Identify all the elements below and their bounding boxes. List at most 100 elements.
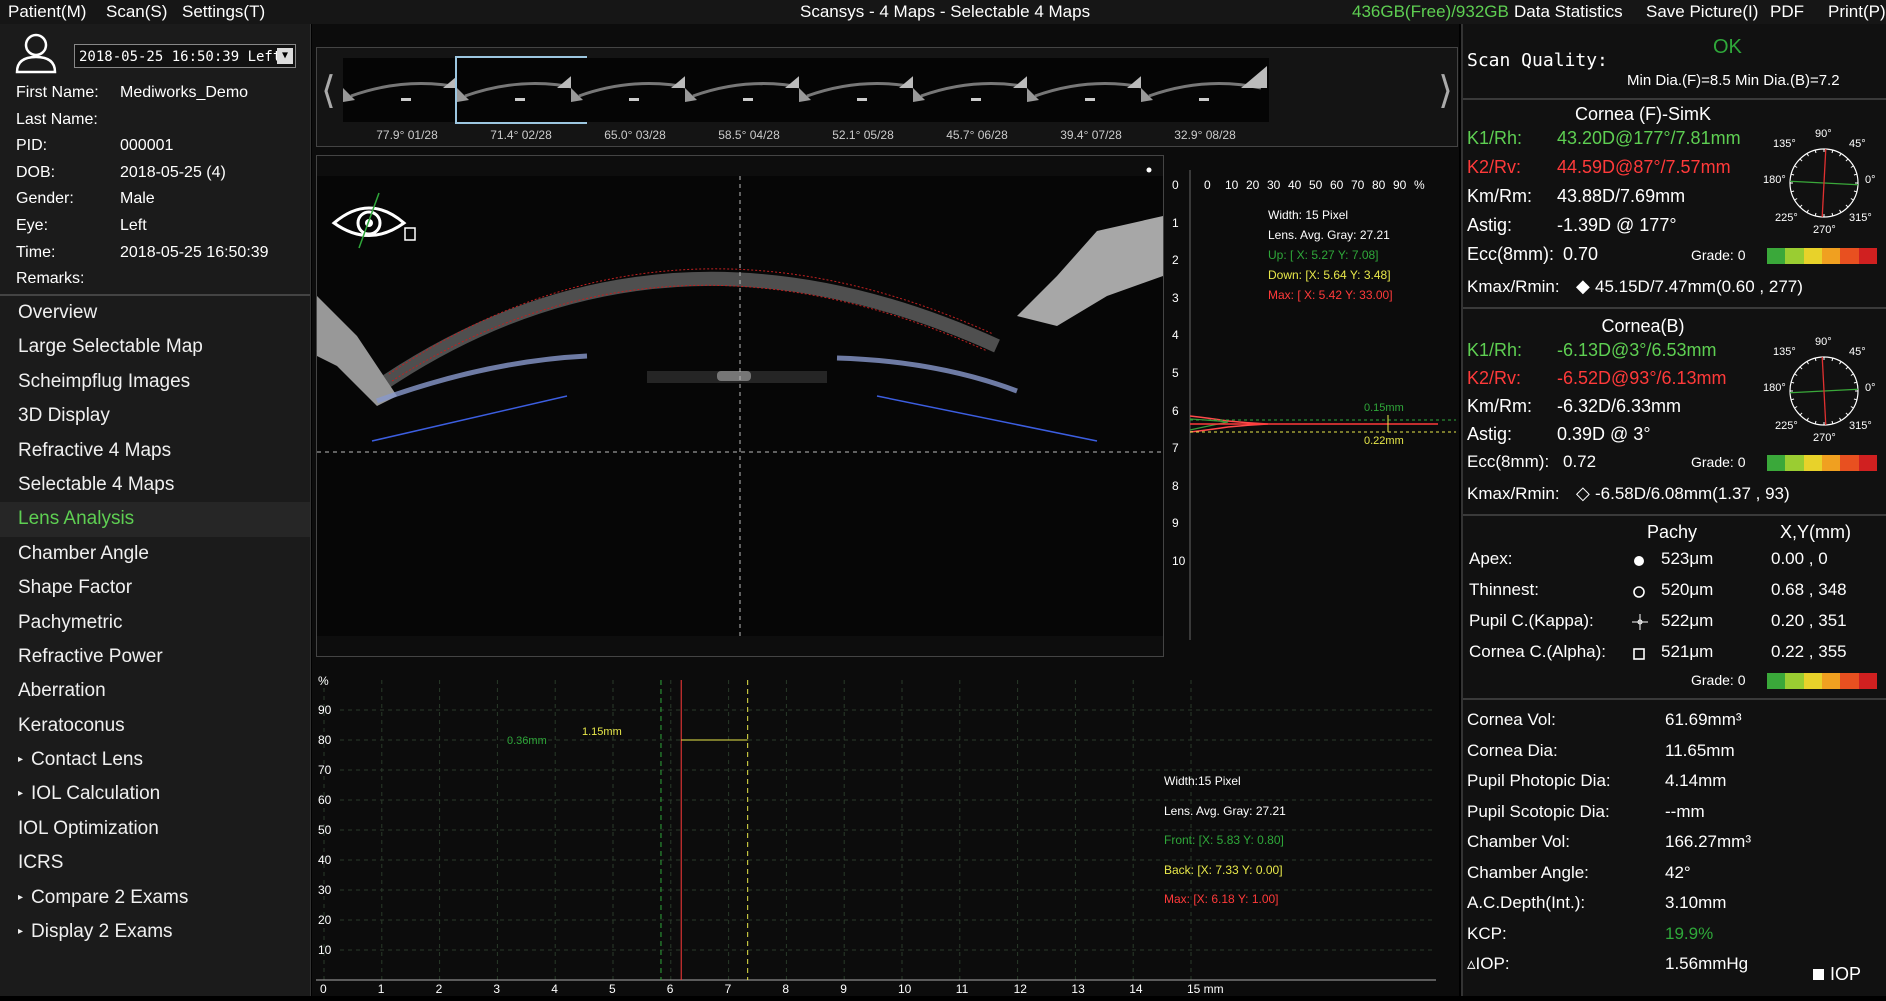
- metric-value: 11.65mm: [1665, 740, 1735, 760]
- x-axis-tick: 12: [1013, 982, 1027, 996]
- menu-scan[interactable]: Scan(S): [106, 0, 167, 24]
- metric-value: 19.9%: [1665, 923, 1714, 943]
- window-title: Scansys - 4 Maps - Selectable 4 Maps: [800, 2, 1091, 21]
- cornea-b-astig-label: Astig:: [1467, 424, 1513, 444]
- data-statistics-button[interactable]: Data Statistics: [1514, 0, 1623, 24]
- scheimpflug-image[interactable]: [316, 155, 1164, 657]
- profile-top-tick: 0: [1204, 178, 1211, 192]
- cornea-b-title: Cornea(B): [1601, 316, 1685, 336]
- nav-item[interactable]: ▸ Display 2 Exams: [0, 915, 310, 949]
- x-axis-tick: 3: [493, 982, 501, 996]
- chart-front: Front: [X: 5.83 Y: 0.80]: [1164, 833, 1284, 847]
- nav-item[interactable]: IOL Optimization: [0, 812, 310, 846]
- profile-depth-tick: 8: [1172, 478, 1179, 493]
- cornea-b-k1-value: -6.13D@3°/6.53mm: [1557, 340, 1717, 360]
- pachy-row-label: Pupil C.(Kappa):: [1469, 611, 1594, 630]
- eye-label: Eye:: [16, 217, 49, 234]
- chart-max: Max: [X: 6.18 Y: 1.00]: [1164, 892, 1279, 906]
- chevron-right-icon[interactable]: ⟩: [1438, 68, 1453, 113]
- scheimpflug-thumbnail[interactable]: [1141, 58, 1269, 122]
- pachy-row-value: 522μm: [1661, 611, 1714, 630]
- diamond-outline-icon: ◇: [1576, 483, 1590, 503]
- scheimpflug-thumbnail[interactable]: [455, 56, 587, 124]
- x-axis-tick: 13: [1071, 982, 1085, 996]
- nav-item[interactable]: Shape Factor: [0, 571, 310, 605]
- nav-item-label: IOL Calculation: [31, 783, 161, 805]
- cornea-f-k1-label: K1/Rh:: [1467, 128, 1523, 148]
- nav-item-label: Contact Lens: [31, 749, 143, 771]
- scheimpflug-thumbnail[interactable]: [799, 58, 927, 122]
- first-name-label: First Name:: [16, 84, 99, 101]
- cornea-f-km-label: Km/Rm:: [1467, 186, 1532, 206]
- time-value: 2018-05-25 16:50:39: [120, 244, 269, 261]
- pachy-row-xy: 0.00 , 0: [1771, 549, 1828, 568]
- nav-item[interactable]: Large Selectable Map: [0, 330, 310, 364]
- nav-item[interactable]: Aberration: [0, 674, 310, 708]
- save-picture-button[interactable]: Save Picture(I): [1646, 0, 1758, 24]
- nav-item[interactable]: ▸ Compare 2 Exams: [0, 881, 310, 915]
- pdf-button[interactable]: PDF: [1770, 0, 1804, 24]
- profile-depth-tick: 7: [1172, 441, 1179, 456]
- profile-avg-gray: Lens. Avg. Gray: 27.21: [1268, 228, 1390, 242]
- x-axis-tick: 10: [898, 982, 912, 996]
- scheimpflug-thumbnail[interactable]: [913, 58, 1041, 122]
- expand-triangle-icon[interactable]: ▸: [18, 892, 23, 903]
- cornea-f-km-value: 43.88D/7.69mm: [1557, 186, 1686, 206]
- nav-item-label: Refractive 4 Maps: [18, 439, 172, 461]
- scheimpflug-thumbnail[interactable]: [343, 58, 471, 122]
- iop-toggle[interactable]: IOP: [1813, 964, 1861, 985]
- cornea-b-km-label: Km/Rm:: [1467, 396, 1532, 416]
- expand-triangle-icon[interactable]: ▸: [18, 788, 23, 799]
- remarks-label: Remarks:: [16, 270, 85, 287]
- metric-label: KCP:: [1467, 923, 1507, 943]
- pachy-row-xy: 0.20 , 351: [1771, 611, 1847, 630]
- chevron-left-icon[interactable]: ⟨: [321, 68, 336, 113]
- exam-select[interactable]: 2018-05-25 16:50:39 Left ▼: [74, 44, 296, 68]
- nav-item-label: Keratoconus: [18, 714, 125, 736]
- nav-item[interactable]: Overview: [0, 296, 310, 330]
- nav-item[interactable]: ▸ IOL Calculation: [0, 777, 310, 811]
- nav-item[interactable]: ICRS: [0, 846, 310, 880]
- cornea-b-axis-compass: 90° 45° 0° 315° 270° 225° 180° 135°: [1763, 336, 1879, 446]
- nav-item[interactable]: Scheimpflug Images: [0, 365, 310, 399]
- menu-patient[interactable]: Patient(M): [8, 0, 86, 24]
- metric-value: --mm: [1665, 801, 1705, 821]
- print-button[interactable]: Print(P): [1828, 0, 1886, 24]
- y-axis-tick: 40: [318, 853, 332, 867]
- eye-icon[interactable]: [329, 188, 419, 258]
- nav-item[interactable]: Selectable 4 Maps: [0, 468, 310, 502]
- scheimpflug-thumbnail[interactable]: [1027, 58, 1155, 122]
- expand-triangle-icon[interactable]: ▸: [18, 926, 23, 937]
- menu-bar: Patient(M) Scan(S) Settings(T) Scansys -…: [0, 0, 1886, 24]
- y-axis-tick: 50: [318, 823, 332, 837]
- x-axis-tick: 2: [435, 982, 443, 996]
- cornea-f-k2-label: K2/Rv:: [1467, 157, 1522, 177]
- cornea-f-k1-value: 43.20D@177°/7.81mm: [1557, 128, 1741, 148]
- compass-angle-label: 180°: [1763, 382, 1786, 394]
- menu-settings[interactable]: Settings(T): [182, 0, 265, 24]
- scheimpflug-thumbnail[interactable]: [571, 58, 699, 122]
- scheimpflug-thumbnail[interactable]: [685, 58, 813, 122]
- cornea-f-ecc-value: 0.70: [1563, 244, 1599, 264]
- filled-dot-icon: [1632, 552, 1646, 573]
- chevron-down-icon[interactable]: ▼: [277, 48, 293, 64]
- expand-triangle-icon[interactable]: ▸: [18, 754, 23, 765]
- disk-space: 436GB(Free)/932GB: [1352, 2, 1509, 21]
- scan-quality-status: OK: [1713, 36, 1742, 58]
- nav-item[interactable]: Refractive Power: [0, 640, 310, 674]
- iop-checkbox[interactable]: [1813, 969, 1824, 980]
- nav-item[interactable]: Pachymetric: [0, 606, 310, 640]
- metric-value: 61.69mm³: [1665, 710, 1742, 729]
- nav-item[interactable]: Keratoconus: [0, 709, 310, 743]
- nav-item[interactable]: 3D Display: [0, 399, 310, 433]
- lens-density-chart[interactable]: 0.36mm 1.15mm Width:15 Pixel Lens. Avg. …: [316, 668, 1456, 996]
- nav-item[interactable]: Lens Analysis: [0, 502, 310, 537]
- profile-up: Up: [ X: 5.27 Y: 7.08]: [1268, 248, 1379, 262]
- nav-item[interactable]: Refractive 4 Maps: [0, 434, 310, 468]
- density-profile: Width: 15 Pixel Lens. Avg. Gray: 27.21 U…: [1168, 170, 1456, 640]
- x-axis-tick: 0: [320, 982, 327, 996]
- pid-label: PID:: [16, 137, 48, 154]
- metric-value: 3.10mm: [1665, 893, 1727, 912]
- nav-item[interactable]: Chamber Angle: [0, 537, 310, 571]
- nav-item[interactable]: ▸ Contact Lens: [0, 743, 310, 777]
